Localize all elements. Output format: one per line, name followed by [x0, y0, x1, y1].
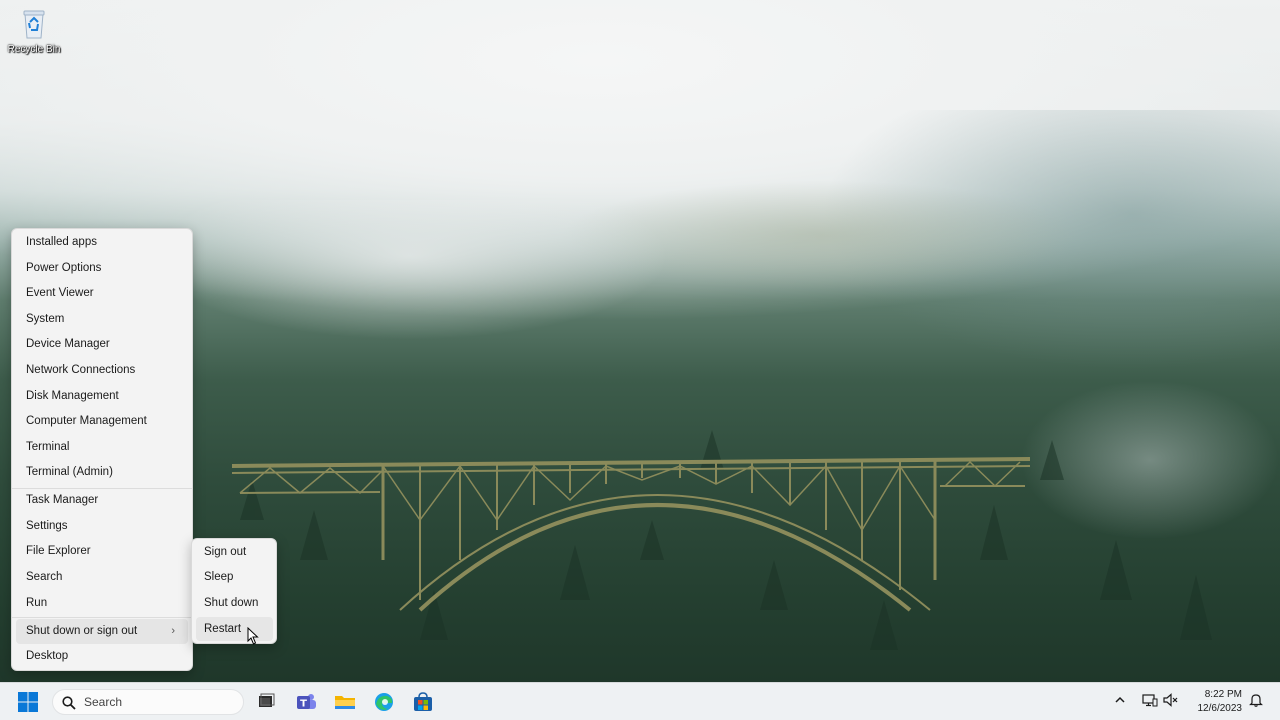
search-placeholder: Search [84, 695, 123, 709]
menu-item-power-options[interactable]: Power Options [16, 256, 188, 281]
recycle-bin-icon [19, 8, 49, 40]
menu-item-desktop[interactable]: Desktop [16, 644, 188, 669]
menu-item-shut-down-or-sign-out[interactable]: Shut down or sign out › [16, 619, 188, 644]
chevron-up-icon[interactable] [1114, 693, 1126, 711]
task-view-icon[interactable] [252, 689, 280, 715]
store-icon[interactable] [409, 689, 437, 715]
submenu-item-sleep[interactable]: Sleep [196, 565, 273, 589]
taskbar-clock[interactable]: 8:22 PM 12/6/2023 [1186, 688, 1243, 716]
clock-time: 8:22 PM [1204, 689, 1242, 700]
submenu-item-restart[interactable]: Restart [196, 617, 273, 641]
menu-item-settings[interactable]: Settings [16, 514, 188, 539]
shutdown-submenu: Sign out Sleep Shut down Restart [191, 538, 277, 644]
menu-item-event-viewer[interactable]: Event Viewer [16, 281, 188, 306]
menu-item-label: Shut down or sign out [26, 625, 138, 637]
menu-item-computer-management[interactable]: Computer Management [16, 409, 188, 434]
edge-icon[interactable] [370, 689, 398, 715]
menu-item-disk-management[interactable]: Disk Management [16, 384, 188, 409]
menu-item-file-explorer[interactable]: File Explorer [16, 539, 188, 564]
quick-link-menu: Installed apps Power Options Event Viewe… [11, 228, 193, 671]
volume-muted-icon[interactable] [1163, 693, 1179, 712]
teams-icon[interactable]: T [292, 689, 320, 715]
submenu-item-sign-out[interactable]: Sign out [196, 540, 273, 564]
menu-item-terminal[interactable]: Terminal [16, 435, 188, 460]
folder-icon[interactable] [331, 689, 359, 715]
clock-date: 12/6/2023 [1197, 703, 1243, 714]
menu-item-device-manager[interactable]: Device Manager [16, 332, 188, 357]
menu-separator [12, 617, 192, 618]
network-icon[interactable] [1142, 693, 1158, 712]
desktop-icon-label: Recycle Bin [7, 44, 61, 55]
desktop-icon-recycle-bin[interactable]: Recycle Bin [4, 8, 64, 55]
bell-icon[interactable] [1249, 693, 1263, 712]
taskbar: Search T 8:22 PM 12/6/2023 [0, 682, 1280, 720]
menu-item-run[interactable]: Run [16, 591, 188, 616]
menu-item-terminal-admin[interactable]: Terminal (Admin) [16, 460, 188, 485]
menu-item-task-manager[interactable]: Task Manager [16, 488, 188, 513]
taskbar-search-box[interactable]: Search [52, 689, 244, 715]
menu-item-network-connections[interactable]: Network Connections [16, 358, 188, 383]
menu-item-installed-apps[interactable]: Installed apps [16, 230, 188, 255]
svg-text:T: T [300, 699, 307, 710]
mouse-cursor-icon [247, 626, 259, 650]
submenu-item-shut-down[interactable]: Shut down [196, 591, 273, 615]
chevron-right-icon: › [171, 625, 175, 637]
search-icon [62, 696, 76, 710]
menu-item-search[interactable]: Search [16, 565, 188, 590]
menu-item-system[interactable]: System [16, 307, 188, 332]
windows-start-icon[interactable] [14, 689, 42, 715]
